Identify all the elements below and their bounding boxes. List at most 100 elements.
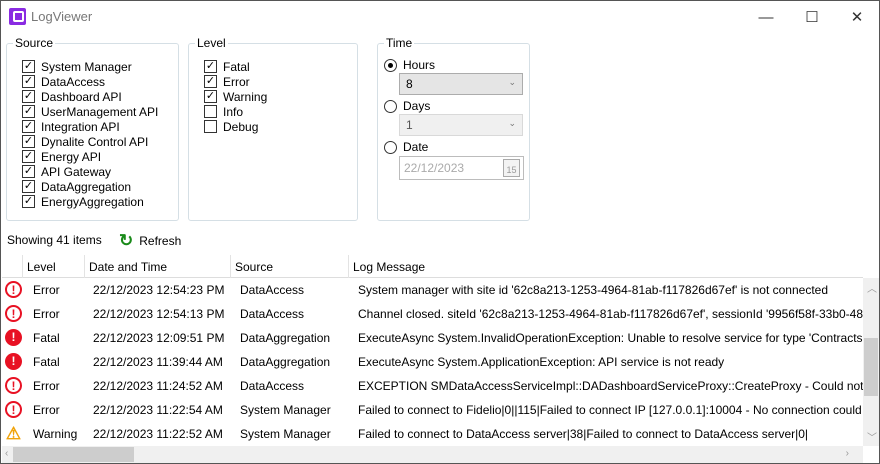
date-value: 22/12/2023 <box>404 161 465 175</box>
date-picker[interactable]: 22/12/2023 15 <box>399 156 524 180</box>
source-label: EnergyAggregation <box>41 194 144 209</box>
source-checkbox[interactable]: ✓ System Manager <box>22 59 132 74</box>
chevron-down-icon: ⌄ <box>508 77 516 87</box>
cell-message: ExecuteAsync System.InvalidOperationExce… <box>358 331 863 345</box>
table-row[interactable]: ! Error 22/12/2023 12:54:23 PM DataAccess Sy… <box>2 278 863 302</box>
radio-indicator <box>384 99 397 113</box>
fatal-icon: ! <box>5 353 22 370</box>
cell-datetime: 22/12/2023 12:54:13 PM <box>93 307 225 321</box>
level-label: Error <box>223 74 250 89</box>
refresh-icon: ↻ <box>119 231 134 250</box>
days-combobox[interactable]: 1 ⌄ <box>399 114 523 136</box>
maximize-button[interactable]: ☐ <box>789 1 835 33</box>
cell-source: DataAccess <box>240 283 305 297</box>
header-message[interactable]: Log Message <box>349 255 863 278</box>
close-button[interactable]: ✕ <box>834 1 880 33</box>
source-label: Energy API <box>41 149 102 164</box>
source-checkbox[interactable]: ✓ Energy API <box>22 149 101 164</box>
refresh-label: Refresh <box>139 234 182 248</box>
scroll-right-icon[interactable]: › <box>846 448 849 459</box>
header-source[interactable]: Source <box>231 255 349 278</box>
days-radio[interactable]: Days <box>384 99 430 113</box>
cell-source: DataAggregation <box>240 355 331 369</box>
checkmark-icon: ✓ <box>22 120 35 133</box>
level-label: Fatal <box>223 59 250 74</box>
radio-indicator <box>384 58 397 72</box>
vertical-scrollbar[interactable]: ︿ ﹀ <box>863 278 879 446</box>
horizontal-scroll-thumb[interactable] <box>13 447 134 462</box>
refresh-button[interactable]: ↻ Refresh <box>119 231 181 251</box>
checkmark-icon: ✓ <box>22 195 35 208</box>
cell-level: Fatal <box>33 355 60 369</box>
checkmark-icon: ✓ <box>204 75 217 88</box>
time-group: Time Hours 8 ⌄ Days 1 ⌄ Date 22/12/2023 15 <box>377 36 530 221</box>
date-radio[interactable]: Date <box>384 140 428 154</box>
cell-level: Error <box>33 307 60 321</box>
calendar-icon[interactable]: 15 <box>503 159 520 177</box>
level-label: Debug <box>223 119 259 134</box>
table-row[interactable]: ! Error 22/12/2023 12:54:13 PM DataAccess Ch… <box>2 302 863 326</box>
header-datetime[interactable]: Date and Time <box>85 255 231 278</box>
cell-message: Failed to connect to Fidelio|0||115|Fail… <box>358 403 863 417</box>
hours-value: 8 <box>406 77 413 91</box>
error-icon: ! <box>5 281 22 298</box>
checkmark-icon: ✓ <box>22 90 35 103</box>
table-row[interactable]: ! Error 22/12/2023 11:22:54 AM System Manag… <box>2 398 863 422</box>
warning-icon: ⚠ <box>5 424 22 443</box>
source-checkbox[interactable]: ✓ EnergyAggregation <box>22 194 144 209</box>
cell-datetime: 22/12/2023 11:39:44 AM <box>93 355 223 369</box>
days-value: 1 <box>406 118 413 132</box>
log-grid: Level Date and Time Source Log Message !… <box>2 255 863 446</box>
table-row[interactable]: ⚠ Warning 22/12/2023 11:22:52 AM System Man… <box>2 422 863 446</box>
level-checkbox[interactable]: Info <box>204 104 243 119</box>
scroll-up-icon[interactable]: ︿ <box>867 280 877 295</box>
table-row[interactable]: ! Error 22/12/2023 11:24:52 AM DataAccess EX… <box>2 374 863 398</box>
source-checkbox[interactable]: ✓ DataAccess <box>22 74 105 89</box>
level-checkbox[interactable]: Debug <box>204 119 258 134</box>
table-row[interactable]: ! Fatal 22/12/2023 11:39:44 AM DataAggregat… <box>2 350 863 374</box>
cell-level: Error <box>33 379 60 393</box>
vertical-scroll-thumb[interactable] <box>864 338 878 396</box>
cell-datetime: 22/12/2023 11:22:52 AM <box>93 427 223 441</box>
source-label: DataAccess <box>41 74 106 89</box>
level-checkbox[interactable]: ✓ Fatal <box>204 59 250 74</box>
header-icon-column <box>2 255 23 278</box>
radio-indicator <box>384 140 397 154</box>
source-label: Integration API <box>41 119 120 134</box>
header-level[interactable]: Level <box>23 255 85 278</box>
cell-source: DataAggregation <box>240 331 331 345</box>
source-checkbox[interactable]: ✓ Dashboard API <box>22 89 122 104</box>
source-checkbox[interactable]: ✓ Integration API <box>22 119 120 134</box>
level-checkbox[interactable]: ✓ Error <box>204 74 250 89</box>
chevron-down-icon: ⌄ <box>508 118 516 128</box>
scroll-left-icon[interactable]: ‹ <box>5 448 8 459</box>
source-checkbox[interactable]: ✓ API Gateway <box>22 164 111 179</box>
title-bar: LogViewer — ☐ ✕ <box>1 1 879 33</box>
horizontal-scrollbar[interactable]: ‹ › <box>2 446 863 463</box>
scroll-down-icon[interactable]: ﹀ <box>867 429 877 444</box>
source-label: DataAggregation <box>41 179 132 194</box>
cell-level: Error <box>33 283 60 297</box>
cell-source: DataAccess <box>240 379 305 393</box>
cell-message: System manager with site id '62c8a213-12… <box>358 283 829 297</box>
checkmark-icon: ✓ <box>22 60 35 73</box>
source-checkbox[interactable]: ✓ DataAggregation <box>22 179 131 194</box>
grid-header: Level Date and Time Source Log Message <box>2 255 863 278</box>
cell-message: Channel closed. siteId '62c8a213-1253-49… <box>358 307 863 321</box>
days-label: Days <box>403 99 431 113</box>
cell-level: Error <box>33 403 60 417</box>
table-row[interactable]: ! Fatal 22/12/2023 12:09:51 PM DataAggregat… <box>2 326 863 350</box>
error-icon: ! <box>5 401 22 418</box>
cell-message: Failed to connect to DataAccess server|3… <box>358 427 809 441</box>
cell-message: ExecuteAsync System.ApplicationException… <box>358 355 725 369</box>
cell-datetime: 22/12/2023 12:09:51 PM <box>93 331 225 345</box>
hours-radio[interactable]: Hours <box>384 58 435 72</box>
source-label: Source <box>13 36 56 50</box>
cell-level: Fatal <box>33 331 60 345</box>
cell-datetime: 22/12/2023 12:54:23 PM <box>93 283 225 297</box>
source-checkbox[interactable]: ✓ Dynalite Control API <box>22 134 148 149</box>
level-checkbox[interactable]: ✓ Warning <box>204 89 267 104</box>
source-checkbox[interactable]: ✓ UserManagement API <box>22 104 158 119</box>
minimize-button[interactable]: — <box>743 1 789 33</box>
hours-combobox[interactable]: 8 ⌄ <box>399 73 523 95</box>
